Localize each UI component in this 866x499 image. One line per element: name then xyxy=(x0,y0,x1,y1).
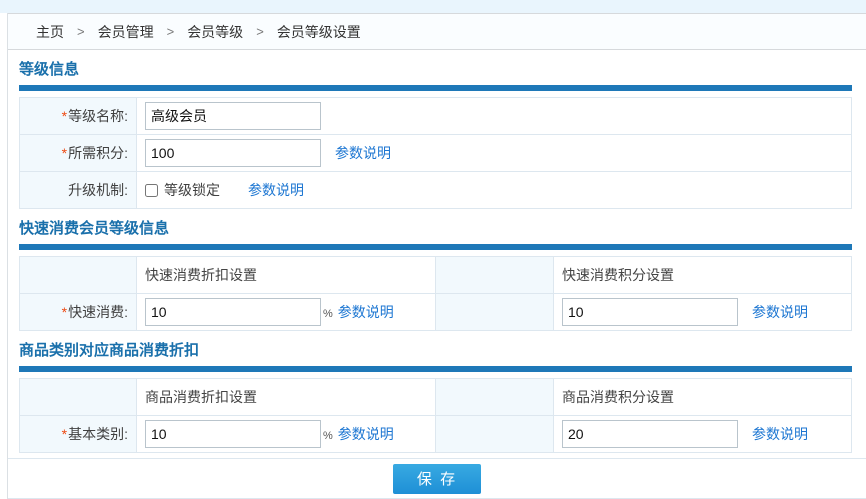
section-divider-bar xyxy=(19,85,852,91)
breadcrumb-home[interactable]: 主页 xyxy=(36,22,64,42)
goods-discount-input[interactable] xyxy=(145,420,321,448)
save-bar: 保 存 xyxy=(8,458,866,499)
table-row: *基本类别: % 参数说明 参数说明 xyxy=(20,416,852,453)
table-row: *快速消费: % 参数说明 参数说明 xyxy=(20,294,852,331)
required-points-input[interactable] xyxy=(145,139,321,167)
page-content: 等级信息 *等级名称: *所需积分: 参数说明 升级机制: 等级锁定参数说明 xyxy=(8,50,866,453)
table-row: *所需积分: 参数说明 xyxy=(20,135,852,172)
breadcrumb: 主页 > 会员管理 > 会员等级 > 会员等级设置 xyxy=(8,13,866,50)
table-header-row: 商品消费折扣设置 商品消费积分设置 xyxy=(20,379,852,416)
section-title-quick-consume: 快速消费会员等级信息 xyxy=(19,219,866,239)
section-divider-bar xyxy=(19,244,852,250)
spacer-cell xyxy=(436,416,554,453)
quick-points-input[interactable] xyxy=(562,298,738,326)
main-container: 主页 > 会员管理 > 会员等级 > 会员等级设置 等级信息 *等级名称: *所… xyxy=(7,13,866,499)
quick-discount-header: 快速消费折扣设置 xyxy=(137,257,436,294)
goods-points-input[interactable] xyxy=(562,420,738,448)
breadcrumb-member-level[interactable]: 会员等级 xyxy=(187,22,243,42)
breadcrumb-separator: > xyxy=(167,24,175,39)
param-help-link[interactable]: 参数说明 xyxy=(338,304,394,320)
breadcrumb-separator: > xyxy=(77,24,85,39)
quick-consume-table: 快速消费折扣设置 快速消费积分设置 *快速消费: % 参数说明 参数说明 xyxy=(19,256,852,331)
section-title-goods-category: 商品类别对应商品消费折扣 xyxy=(19,341,866,361)
level-lock-checkbox[interactable] xyxy=(145,184,158,197)
required-asterisk: * xyxy=(62,108,67,124)
param-help-link[interactable]: 参数说明 xyxy=(335,145,391,161)
param-help-link[interactable]: 参数说明 xyxy=(338,426,394,442)
level-name-label: *等级名称: xyxy=(20,98,137,135)
level-lock-checkbox-label: 等级锁定 xyxy=(164,182,220,198)
percent-sign: % xyxy=(323,430,333,442)
empty-header-cell xyxy=(20,257,137,294)
goods-category-table: 商品消费折扣设置 商品消费积分设置 *基本类别: % 参数说明 参数说明 xyxy=(19,378,852,453)
table-row: *等级名称: xyxy=(20,98,852,135)
empty-header-cell xyxy=(20,379,137,416)
section-title-level-info: 等级信息 xyxy=(19,60,866,80)
quick-points-header: 快速消费积分设置 xyxy=(554,257,852,294)
section-divider-bar xyxy=(19,366,852,372)
goods-discount-header: 商品消费折扣设置 xyxy=(137,379,436,416)
spacer-cell xyxy=(436,379,554,416)
param-help-link[interactable]: 参数说明 xyxy=(752,304,808,320)
spacer-cell xyxy=(436,257,554,294)
level-name-input[interactable] xyxy=(145,102,321,130)
basic-category-label: *基本类别: xyxy=(20,416,137,453)
table-header-row: 快速消费折扣设置 快速消费积分设置 xyxy=(20,257,852,294)
save-button[interactable]: 保 存 xyxy=(393,464,481,494)
level-info-table: *等级名称: *所需积分: 参数说明 升级机制: 等级锁定 参数说明 xyxy=(19,97,852,209)
required-points-label: *所需积分: xyxy=(20,135,137,172)
top-strip xyxy=(0,0,866,13)
upgrade-mechanism-label: 升级机制: xyxy=(20,172,137,209)
breadcrumb-separator: > xyxy=(256,24,264,39)
percent-sign: % xyxy=(323,308,333,320)
quick-consume-label: *快速消费: xyxy=(20,294,137,331)
param-help-link[interactable]: 参数说明 xyxy=(248,182,304,198)
quick-discount-input[interactable] xyxy=(145,298,321,326)
required-asterisk: * xyxy=(62,426,67,442)
goods-points-header: 商品消费积分设置 xyxy=(554,379,852,416)
required-asterisk: * xyxy=(62,304,67,320)
table-row: 升级机制: 等级锁定 参数说明 xyxy=(20,172,852,209)
required-asterisk: * xyxy=(62,145,67,161)
param-help-link[interactable]: 参数说明 xyxy=(752,426,808,442)
breadcrumb-current-page: 会员等级设置 xyxy=(277,22,361,42)
spacer-cell xyxy=(436,294,554,331)
breadcrumb-member-management[interactable]: 会员管理 xyxy=(98,22,154,42)
